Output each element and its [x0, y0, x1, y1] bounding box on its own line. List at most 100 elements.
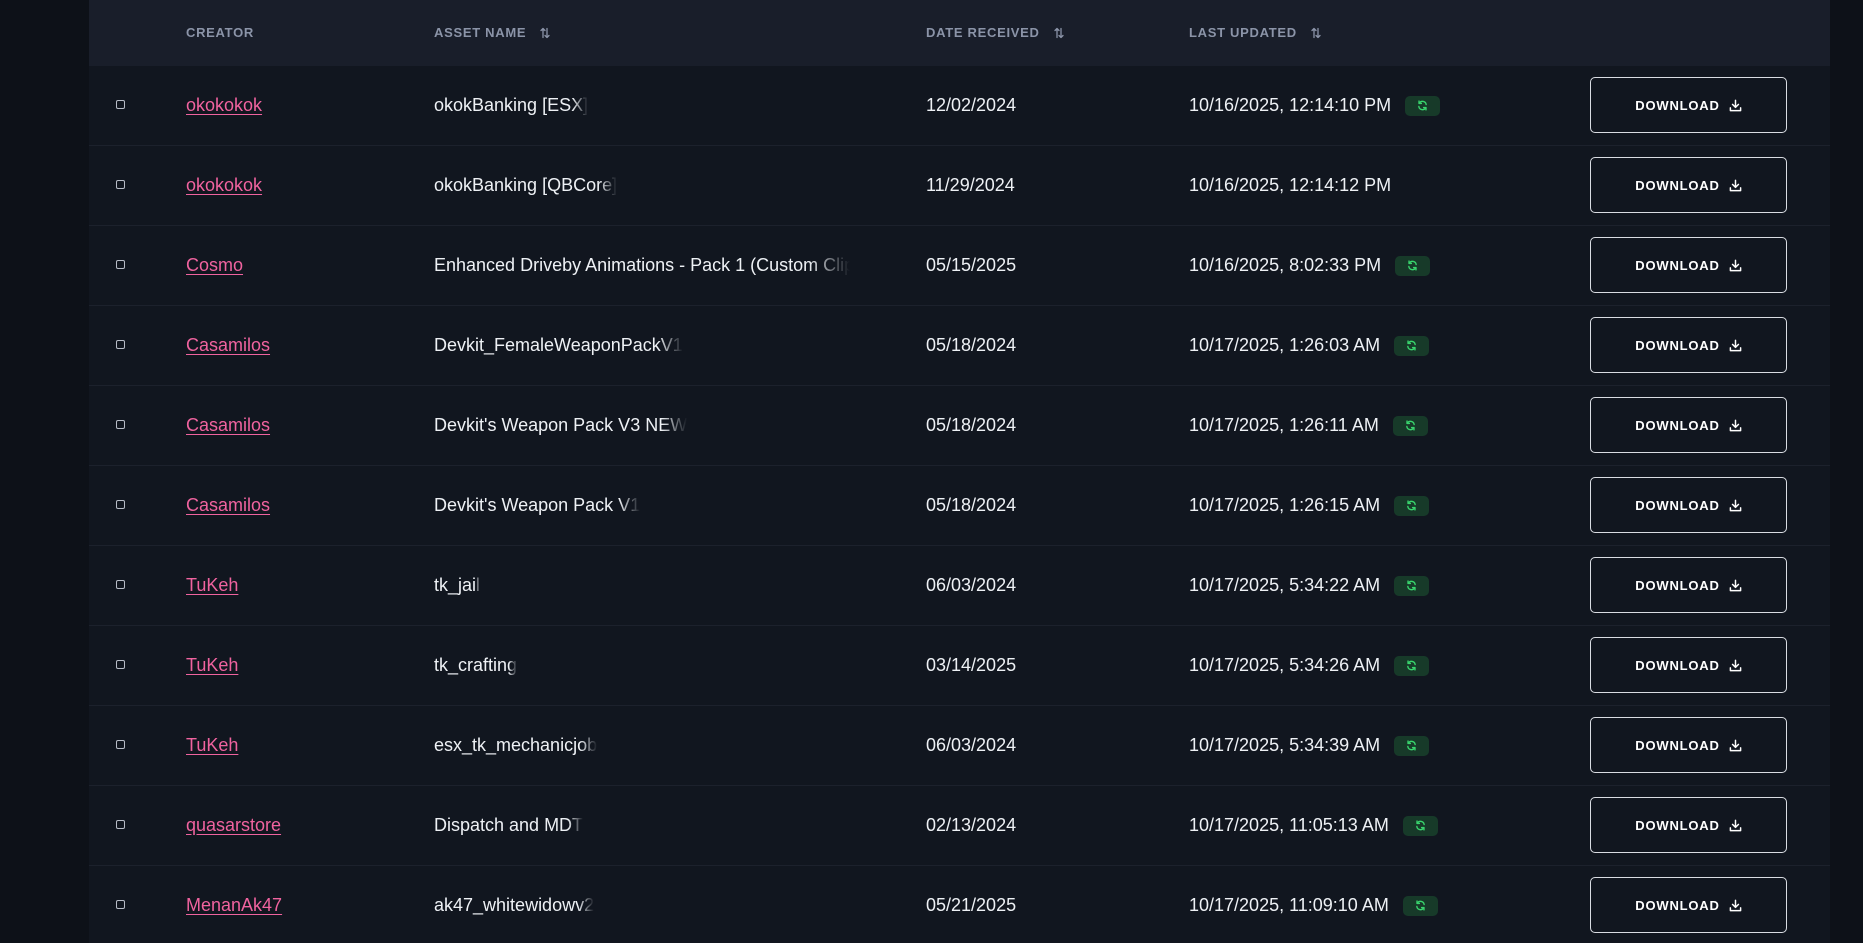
download-icon: [1729, 259, 1742, 272]
sync-status-badge: [1392, 415, 1428, 436]
last-updated: 10/17/2025, 11:05:13 AM: [1189, 815, 1389, 835]
creator-cell: Casamilos: [186, 386, 270, 465]
download-button-label: DOWNLOAD: [1635, 257, 1720, 273]
row-checkbox[interactable]: [116, 340, 125, 349]
download-icon: [1729, 179, 1742, 192]
download-button[interactable]: DOWNLOAD: [1590, 797, 1787, 853]
creator-link[interactable]: Casamilos: [186, 335, 270, 356]
creator-link[interactable]: Casamilos: [186, 415, 270, 436]
date-received: 05/15/2025: [926, 255, 1017, 275]
asset-name: Devkit's Weapon Pack V3 NEW: [434, 415, 688, 435]
table-body: okokokok okokBanking [ESX] 12/02/2024 10…: [89, 66, 1830, 943]
date-received: 11/29/2024: [926, 175, 1015, 195]
table-row: Cosmo Enhanced Driveby Animations - Pack…: [89, 226, 1830, 306]
download-button-label: DOWNLOAD: [1635, 737, 1720, 753]
date-received: 12/02/2024: [926, 95, 1017, 115]
date-received-cell: 11/29/2024: [926, 146, 1015, 225]
asset-name-cell: okokBanking [ESX]: [434, 66, 850, 145]
row-checkbox[interactable]: [116, 260, 125, 269]
column-header-asset-name[interactable]: ASSET NAME: [434, 25, 550, 40]
date-received-cell: 05/18/2024: [926, 386, 1016, 465]
sync-status-badge: [1395, 255, 1431, 276]
row-checkbox[interactable]: [116, 820, 125, 829]
download-button-label: DOWNLOAD: [1635, 577, 1720, 593]
sync-status-badge: [1402, 815, 1438, 836]
row-checkbox[interactable]: [116, 180, 125, 189]
row-checkbox[interactable]: [116, 660, 125, 669]
sort-arrows-icon[interactable]: [1311, 27, 1321, 39]
asset-name: Enhanced Driveby Animations - Pack 1 (Cu…: [434, 255, 850, 275]
creator-link[interactable]: Cosmo: [186, 255, 243, 276]
last-updated-cell: 10/16/2025, 12:14:10 PM: [1189, 66, 1441, 145]
sort-arrows-icon[interactable]: [540, 27, 550, 39]
download-button[interactable]: DOWNLOAD: [1590, 637, 1787, 693]
download-icon: [1729, 99, 1742, 112]
asset-name-cell: Devkit's Weapon Pack V3 NEW: [434, 386, 850, 465]
download-button[interactable]: DOWNLOAD: [1590, 877, 1787, 933]
last-updated: 10/16/2025, 12:14:12 PM: [1189, 175, 1392, 195]
date-received-cell: 06/03/2024: [926, 546, 1016, 625]
row-checkbox[interactable]: [116, 420, 125, 429]
download-button[interactable]: DOWNLOAD: [1590, 77, 1787, 133]
row-checkbox[interactable]: [116, 740, 125, 749]
row-checkbox[interactable]: [116, 500, 125, 509]
download-icon: [1729, 899, 1742, 912]
creator-link[interactable]: Casamilos: [186, 495, 270, 516]
last-updated-cell: 10/17/2025, 1:26:11 AM: [1189, 386, 1428, 465]
date-received-cell: 12/02/2024: [926, 66, 1016, 145]
asset-name: ak47_whitewidowv2: [434, 895, 595, 915]
refresh-icon: [1407, 340, 1417, 351]
creator-link[interactable]: TuKeh: [186, 655, 238, 676]
sync-status-badge: [1405, 95, 1441, 116]
last-updated-cell: 10/17/2025, 11:09:10 AM: [1189, 866, 1438, 943]
asset-name-cell: esx_tk_mechanicjob: [434, 706, 850, 785]
download-button[interactable]: DOWNLOAD: [1590, 237, 1787, 293]
download-button[interactable]: DOWNLOAD: [1590, 397, 1787, 453]
download-button[interactable]: DOWNLOAD: [1590, 317, 1787, 373]
download-button[interactable]: DOWNLOAD: [1590, 477, 1787, 533]
creator-cell: okokokok: [186, 66, 262, 145]
download-button-label: DOWNLOAD: [1635, 177, 1720, 193]
date-received-cell: 02/13/2024: [926, 786, 1016, 865]
sync-status-badge: [1402, 895, 1438, 916]
table-row: TuKeh esx_tk_mechanicjob 06/03/2024 10/1…: [89, 706, 1830, 786]
row-checkbox[interactable]: [116, 580, 125, 589]
creator-link[interactable]: okokokok: [186, 95, 262, 116]
last-updated-cell: 10/17/2025, 5:34:26 AM: [1189, 626, 1430, 705]
row-checkbox[interactable]: [116, 900, 125, 909]
creator-link[interactable]: quasarstore: [186, 815, 281, 836]
creator-cell: quasarstore: [186, 786, 281, 865]
creator-link[interactable]: MenanAk47: [186, 895, 282, 916]
creator-link[interactable]: okokokok: [186, 175, 262, 196]
asset-name: Devkit's Weapon Pack V1: [434, 495, 641, 515]
column-header-date-received[interactable]: DATE RECEIVED: [926, 25, 1064, 40]
refresh-icon: [1408, 260, 1418, 271]
asset-name: okokBanking [QBCore]: [434, 175, 618, 195]
download-button[interactable]: DOWNLOAD: [1590, 717, 1787, 773]
last-updated-cell: 10/17/2025, 5:34:39 AM: [1189, 706, 1430, 785]
creator-cell: MenanAk47: [186, 866, 282, 943]
last-updated: 10/17/2025, 11:09:10 AM: [1189, 895, 1389, 915]
refresh-icon: [1415, 900, 1425, 911]
asset-name-cell: Devkit_FemaleWeaponPackV1: [434, 306, 850, 385]
download-button[interactable]: DOWNLOAD: [1590, 157, 1787, 213]
table-header: CREATOR ASSET NAME DATE RECEIVED LAST UP…: [89, 0, 1830, 66]
column-header-last-updated-label: LAST UPDATED: [1189, 25, 1297, 40]
refresh-icon: [1407, 740, 1417, 751]
download-button-label: DOWNLOAD: [1635, 97, 1720, 113]
download-button-label: DOWNLOAD: [1635, 657, 1720, 673]
download-icon: [1729, 579, 1742, 592]
creator-cell: TuKeh: [186, 626, 238, 705]
asset-name-cell: tk_crafting: [434, 626, 850, 705]
refresh-icon: [1407, 580, 1417, 591]
download-button-label: DOWNLOAD: [1635, 817, 1720, 833]
column-header-last-updated[interactable]: LAST UPDATED: [1189, 25, 1321, 40]
download-icon: [1729, 819, 1742, 832]
sort-arrows-icon[interactable]: [1053, 27, 1064, 39]
creator-link[interactable]: TuKeh: [186, 575, 238, 596]
creator-link[interactable]: TuKeh: [186, 735, 238, 756]
sync-status-badge: [1394, 575, 1430, 596]
row-checkbox[interactable]: [116, 100, 125, 109]
table-row: TuKeh tk_jail 06/03/2024 10/17/2025, 5:3…: [89, 546, 1830, 626]
download-button[interactable]: DOWNLOAD: [1590, 557, 1787, 613]
